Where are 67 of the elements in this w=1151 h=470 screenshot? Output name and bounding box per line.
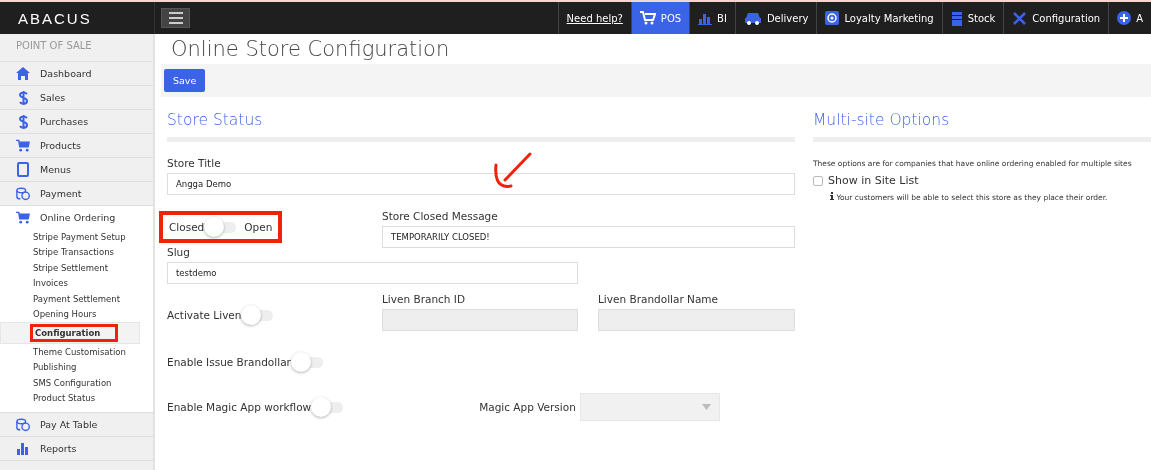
toggle-label: Closed xyxy=(169,221,205,233)
menu-button[interactable] xyxy=(161,8,190,28)
submenu-item[interactable]: Payment Settlement xyxy=(0,291,153,307)
sidebar-item[interactable]: Pay At Table xyxy=(0,413,153,437)
nav-tab[interactable]: A xyxy=(1108,2,1151,34)
nav-tab[interactable]: Loyalty Marketing xyxy=(816,2,942,34)
tablet-icon xyxy=(17,162,29,177)
field-label: Liven Branch ID xyxy=(382,293,466,305)
save-button[interactable]: Save xyxy=(164,69,206,92)
field-label: Slug xyxy=(167,246,191,258)
toggle-label: Open xyxy=(244,221,273,233)
submenu-item[interactable]: SMS Configuration xyxy=(0,375,153,391)
submenu-item[interactable]: Product Status xyxy=(0,390,153,406)
cart-icon xyxy=(639,11,656,25)
coins-icon xyxy=(16,186,30,201)
section-heading: Multi-site Options xyxy=(813,111,1151,142)
bar-chart-icon xyxy=(698,11,713,25)
toggle-label: Enable Issue Brandollar xyxy=(167,356,291,368)
sidebar-item[interactable]: Sales xyxy=(0,86,153,110)
coins-icon xyxy=(16,417,30,432)
sidebar-header: POINT OF SALE xyxy=(0,34,153,62)
help-link[interactable]: Need help? xyxy=(557,2,631,34)
home-icon xyxy=(16,67,30,80)
submenu-item[interactable]: Stripe Payment Setup xyxy=(0,229,153,245)
cart-icon xyxy=(16,139,30,152)
plus-circle-icon xyxy=(1117,11,1132,25)
bar-chart-icon xyxy=(16,442,30,455)
field-label: Magic App Version xyxy=(479,401,576,413)
cart-icon xyxy=(16,211,30,224)
sidebar-item[interactable]: Online Ordering xyxy=(0,206,153,229)
submenu-item[interactable]: Invoices xyxy=(0,275,153,291)
status-toggle[interactable]: Closed Open xyxy=(169,221,273,233)
input-field[interactable]: Angga Demo xyxy=(167,173,795,195)
checkbox-label: Show in Site List xyxy=(828,174,919,187)
submenu-item[interactable]: Stripe Settlement xyxy=(0,260,153,276)
sidebar-item[interactable]: Menus xyxy=(0,158,153,182)
toggle-label: Enable Magic App workflow xyxy=(167,401,312,413)
field-label: Store Title xyxy=(167,157,222,169)
submenu-item[interactable]: Configuration xyxy=(0,322,140,344)
sidebar-item[interactable]: Products xyxy=(0,134,153,158)
dollar-icon xyxy=(18,114,28,129)
nav-tab[interactable]: Delivery xyxy=(734,2,817,34)
info-icon xyxy=(830,192,834,200)
nav-tab[interactable]: Configuration xyxy=(1003,2,1109,34)
sidebar-item[interactable]: Reports xyxy=(0,437,153,461)
tools-icon xyxy=(1012,10,1028,26)
field-label: Store Closed Message xyxy=(382,210,499,222)
nav-tab[interactable]: Stock xyxy=(941,2,1004,34)
car-icon xyxy=(743,11,762,25)
toggle-label: Activate Liven xyxy=(167,309,242,321)
sidebar-item[interactable]: Purchases xyxy=(0,110,153,134)
nav-tab[interactable]: BI xyxy=(689,2,735,34)
checkbox[interactable] xyxy=(813,175,823,186)
page-title: Online Store Configuration xyxy=(170,36,451,63)
input-field[interactable]: testdemo xyxy=(167,262,578,284)
submenu-item[interactable]: Publishing xyxy=(0,359,153,375)
submenu-item[interactable]: Theme Customisation xyxy=(0,344,153,360)
sidebar-item[interactable]: Dashboard xyxy=(0,62,153,86)
coin-stack-icon xyxy=(950,10,963,26)
caret-icon xyxy=(701,404,711,410)
dollar-icon xyxy=(18,90,28,105)
nav-tab[interactable]: POS xyxy=(630,2,690,34)
input-field[interactable]: TEMPORARILY CLOSED! xyxy=(382,226,795,248)
submenu-item[interactable]: Stripe Transactions xyxy=(0,244,153,260)
field-label: Liven Brandollar Name xyxy=(598,293,720,305)
submenu-item[interactable]: Opening Hours xyxy=(0,306,153,322)
section-heading: Store Status xyxy=(167,111,795,142)
